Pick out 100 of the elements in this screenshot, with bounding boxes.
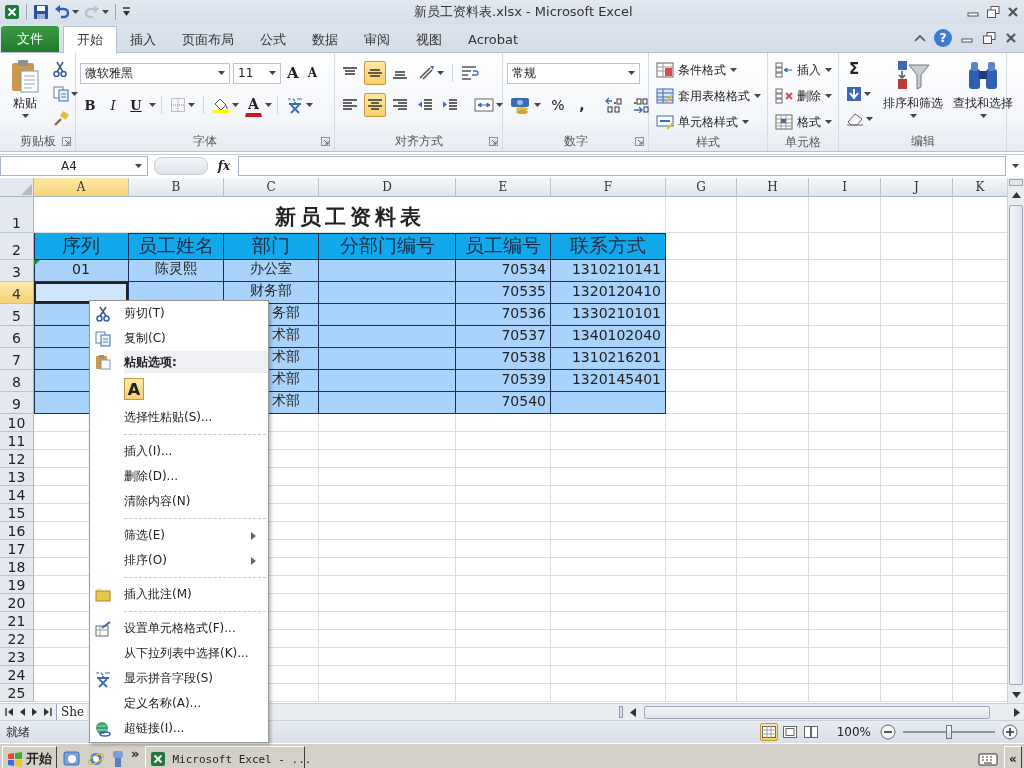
row-header[interactable]: 11	[0, 432, 34, 450]
page-layout-view-button[interactable]	[780, 723, 799, 741]
browser-icon[interactable]	[87, 750, 105, 768]
column-header[interactable]: I	[809, 178, 881, 197]
grow-font-button[interactable]: A	[284, 61, 302, 85]
close-icon[interactable]	[1004, 31, 1018, 45]
column-header[interactable]: J	[881, 178, 953, 197]
ribbon-tab[interactable]: 开始	[63, 26, 117, 53]
menu-item[interactable]: 定义名称(A)...	[90, 691, 268, 716]
scrollbar-thumb[interactable]	[1009, 205, 1023, 685]
column-header[interactable]: E	[456, 178, 551, 197]
cells-button[interactable]: 删除	[772, 85, 834, 107]
column-header[interactable]: A	[34, 178, 129, 197]
customize-toolbar-icon[interactable]	[122, 7, 131, 17]
font-size-field[interactable]: 11	[233, 62, 281, 84]
menu-item[interactable]: 设置单元格格式(F)...	[90, 616, 268, 641]
dialog-launcher-icon[interactable]	[62, 136, 71, 146]
row-header[interactable]: 14	[0, 486, 34, 504]
sort-filter-button[interactable]: 排序和筛选	[880, 57, 946, 131]
paste-option-button[interactable]: A	[124, 378, 144, 400]
collapse-tray-button[interactable]: «	[1004, 746, 1022, 768]
split-handle[interactable]	[1009, 179, 1023, 186]
ribbon-tab[interactable]: 视图	[403, 28, 455, 52]
close-icon[interactable]	[1006, 5, 1020, 19]
slider-thumb[interactable]	[946, 725, 952, 739]
save-icon[interactable]	[33, 4, 49, 20]
ribbon-tab[interactable]: 页面布局	[169, 28, 247, 52]
menu-item[interactable]: 排序(O)	[90, 548, 268, 573]
row-header[interactable]: 20	[0, 594, 34, 612]
row-header[interactable]: 7	[0, 348, 34, 370]
formula-bar-handle[interactable]	[154, 157, 208, 175]
ribbon-tab[interactable]: Acrobat	[455, 28, 532, 52]
style-button[interactable]: 套用表格格式	[653, 85, 763, 107]
column-header[interactable]: H	[737, 178, 809, 197]
style-button[interactable]: 条件格式	[653, 59, 763, 81]
middle-align-button[interactable]	[364, 61, 386, 85]
ribbon-tab[interactable]: 数据	[299, 28, 351, 52]
first-sheet-icon[interactable]	[4, 707, 14, 717]
cells-button[interactable]: 格式	[772, 111, 834, 133]
zoom-in-icon[interactable]	[1002, 724, 1018, 740]
menu-item[interactable]: 清除内容(N)	[90, 489, 268, 514]
start-button[interactable]: 开始	[2, 746, 57, 768]
row-header[interactable]: 13	[0, 468, 34, 486]
column-header[interactable]: K	[953, 178, 1007, 197]
menu-item[interactable]: 超链接(I)...	[90, 716, 268, 741]
row-header[interactable]: 3	[0, 260, 34, 282]
split-handle-icon[interactable]	[619, 706, 623, 718]
row-header[interactable]: 25	[0, 684, 34, 702]
help-button[interactable]: ?	[934, 29, 952, 47]
menu-item[interactable]: 显示拼音字段(S)	[90, 666, 268, 691]
row-header[interactable]: 21	[0, 612, 34, 630]
restore-icon[interactable]	[986, 5, 1000, 19]
row-header[interactable]: 19	[0, 576, 34, 594]
percent-button[interactable]: %	[547, 93, 569, 117]
paste-button[interactable]: 粘贴	[4, 57, 46, 131]
row-header[interactable]: 4	[0, 282, 34, 304]
dialog-launcher-icon[interactable]	[489, 136, 498, 146]
page-break-view-button[interactable]	[801, 723, 820, 741]
app-icon[interactable]	[111, 750, 125, 768]
style-button[interactable]: 单元格样式	[653, 111, 763, 133]
row-header[interactable]: 16	[0, 522, 34, 540]
row-header[interactable]: 9	[0, 392, 34, 414]
last-sheet-icon[interactable]	[43, 707, 53, 717]
font-color-button[interactable]: A	[245, 93, 262, 117]
shrink-font-button[interactable]: A	[304, 61, 320, 85]
restore-icon[interactable]	[982, 31, 996, 45]
row-header[interactable]: 15	[0, 504, 34, 522]
column-header[interactable]: G	[666, 178, 737, 197]
file-tab[interactable]: 文件	[1, 26, 59, 52]
excel-logo-icon[interactable]	[4, 4, 20, 20]
italic-button[interactable]: I	[103, 93, 123, 117]
collapse-ribbon-icon[interactable]	[914, 33, 926, 43]
row-header[interactable]: 18	[0, 558, 34, 576]
cells-button[interactable]: 插入	[772, 59, 834, 81]
row-header[interactable]: 1	[0, 197, 34, 233]
scrollbar-thumb[interactable]	[644, 705, 990, 719]
sheet-tab[interactable]: She	[56, 704, 87, 720]
row-header[interactable]: 2	[0, 233, 34, 260]
column-header[interactable]: C	[224, 178, 319, 197]
row-header[interactable]: 22	[0, 630, 34, 648]
menu-item[interactable]: 筛选(E)	[90, 523, 268, 548]
column-header[interactable]: D	[319, 178, 456, 197]
menu-item[interactable]: 删除(D)...	[90, 464, 268, 489]
more-button[interactable]: »	[131, 746, 140, 761]
menu-item[interactable]: 插入(I)...	[90, 439, 268, 464]
row-header[interactable]: 5	[0, 304, 34, 326]
menu-item[interactable]: 插入批注(M)	[90, 582, 268, 607]
keyboard-icon[interactable]	[978, 752, 998, 766]
row-header[interactable]: 17	[0, 540, 34, 558]
ribbon-tab[interactable]: 审阅	[351, 28, 403, 52]
ribbon-tab[interactable]: 公式	[247, 28, 299, 52]
formula-input-field[interactable]	[238, 156, 1006, 176]
center-button[interactable]	[364, 93, 386, 117]
comma-button[interactable]: ,	[572, 93, 592, 117]
row-header[interactable]: 23	[0, 648, 34, 666]
zoom-level[interactable]: 100%	[836, 725, 871, 739]
dialog-launcher-icon[interactable]	[635, 136, 644, 146]
row-header[interactable]: 12	[0, 450, 34, 468]
menu-item[interactable]: 从下拉列表中选择(K)...	[90, 641, 268, 666]
dialog-launcher-icon[interactable]	[321, 136, 330, 146]
